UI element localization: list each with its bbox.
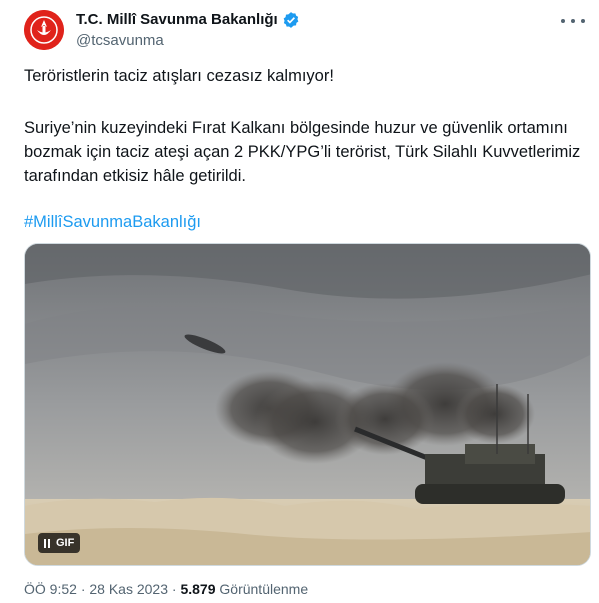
tweet-text-body: Suriye’nin kuzeyindeki Fırat Kalkanı böl… xyxy=(24,119,581,185)
media-gif[interactable] xyxy=(24,243,591,566)
view-count: 5.879 xyxy=(180,581,216,597)
meta-separator: · xyxy=(171,581,177,597)
howitzer-image xyxy=(25,244,590,565)
gif-badge[interactable]: GIF xyxy=(38,533,81,553)
tweet-header: T.C. Millî Savunma Bakanlığı @tcsavunma xyxy=(24,10,300,50)
tweet-text-headline: Teröristlerin taciz atışları cezasız kal… xyxy=(24,67,334,85)
tweet-time[interactable]: ÖÖ 9:52 xyxy=(24,581,77,597)
more-options-icon[interactable] xyxy=(561,14,585,28)
tweet-meta: ÖÖ 9:52 · 28 Kas 2023 · 5.879 Görüntülen… xyxy=(24,580,308,598)
handle[interactable]: @tcsavunma xyxy=(76,31,300,50)
verified-badge-icon xyxy=(283,11,299,28)
hashtag-link[interactable]: #MillîSavunmaBakanlığı xyxy=(24,210,201,234)
pause-icon[interactable] xyxy=(44,538,50,548)
display-name[interactable]: T.C. Millî Savunma Bakanlığı xyxy=(76,10,278,29)
tweet-card: T.C. Millî Savunma Bakanlığı @tcsavunma … xyxy=(0,0,599,603)
ministry-logo-icon xyxy=(24,10,64,50)
avatar[interactable] xyxy=(24,10,64,50)
view-label: Görüntülenme xyxy=(219,581,309,597)
tweet-date[interactable]: 28 Kas 2023 xyxy=(89,581,168,597)
meta-separator: · xyxy=(80,581,86,597)
gif-label: GIF xyxy=(56,537,75,549)
